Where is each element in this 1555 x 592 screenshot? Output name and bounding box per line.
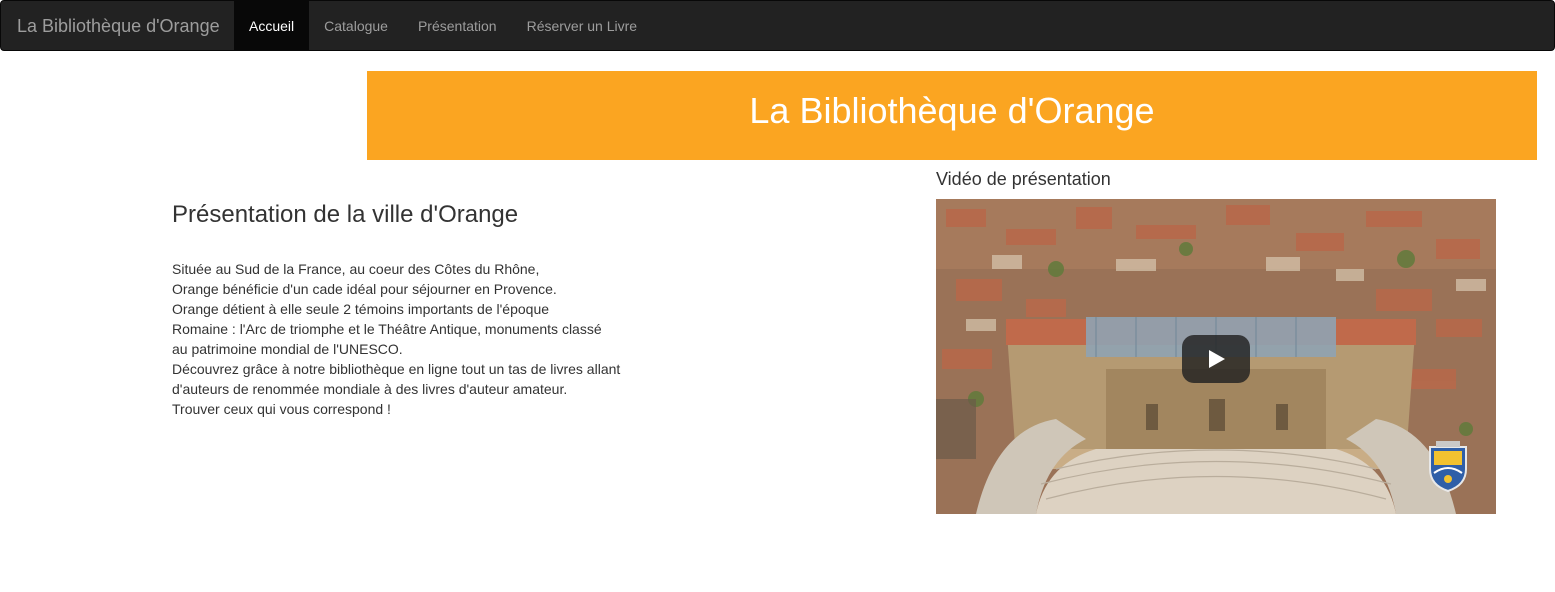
play-icon [1209,350,1225,368]
nav-item-accueil[interactable]: Accueil [234,1,310,51]
description-line: Découvrez grâce à notre bibliothèque en … [172,361,621,377]
description-line: Orange détient à elle seule 2 témoins im… [172,301,550,317]
play-button[interactable] [1182,335,1250,383]
description-line: d'auteurs de renommée mondiale à des liv… [172,381,568,397]
city-crest-icon [1429,441,1467,493]
nav-list: Accueil Catalogue Présentation Réserver … [234,1,652,51]
navbar: La Bibliothèque d'Orange Accueil Catalog… [0,0,1555,51]
description-line: Située au Sud de la France, au coeur des… [172,261,540,277]
video-title: Vidéo de présentation [936,169,1111,189]
description-paragraph: Située au Sud de la France, au coeur des… [172,259,692,419]
nav-item-reserver[interactable]: Réserver un Livre [512,1,653,51]
video-player[interactable] [936,199,1496,514]
header-banner: La Bibliothèque d'Orange [367,71,1537,160]
nav-item-catalogue[interactable]: Catalogue [309,1,403,51]
description-line: Trouver ceux qui vous correspond ! [172,401,391,417]
section-title: Présentation de la ville d'Orange [172,201,519,228]
banner-title: La Bibliothèque d'Orange [749,90,1155,131]
description-line: Romaine : l'Arc de triomphe et le Théâtr… [172,321,602,337]
nav-item-presentation[interactable]: Présentation [403,1,512,51]
brand-link[interactable]: La Bibliothèque d'Orange [17,16,220,36]
description-line: au patrimoine mondial de l'UNESCO. [172,341,403,357]
description-line: Orange bénéficie d'un cade idéal pour sé… [172,281,557,297]
